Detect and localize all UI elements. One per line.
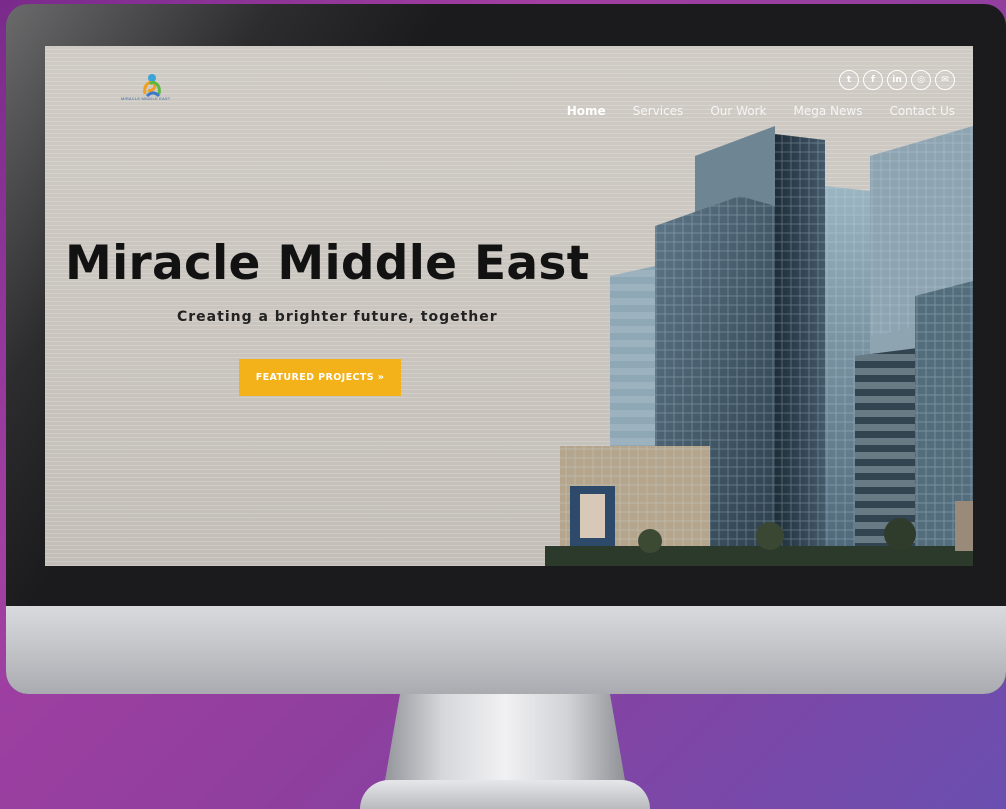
featured-projects-button[interactable]: FEATURED PROJECTS » [239, 359, 401, 396]
monitor-chin [6, 606, 1006, 694]
monitor-stand-base [360, 780, 650, 809]
hero-title: Miracle Middle East [65, 236, 590, 291]
facebook-icon[interactable]: f [863, 70, 883, 90]
hero-subtitle: Creating a brighter future, together [177, 309, 498, 325]
social-links: t f in ◎ ✉ [839, 70, 955, 90]
website-screen: MIRACLE MIDDLE EAST t f in ◎ ✉ Home Serv… [45, 46, 973, 566]
email-icon[interactable]: ✉ [935, 70, 955, 90]
instagram-icon[interactable]: ◎ [911, 70, 931, 90]
logo-text: MIRACLE MIDDLE EAST [121, 96, 171, 101]
linkedin-icon[interactable]: in [887, 70, 907, 90]
twitter-icon[interactable]: t [839, 70, 859, 90]
hero-building-image [485, 116, 973, 566]
